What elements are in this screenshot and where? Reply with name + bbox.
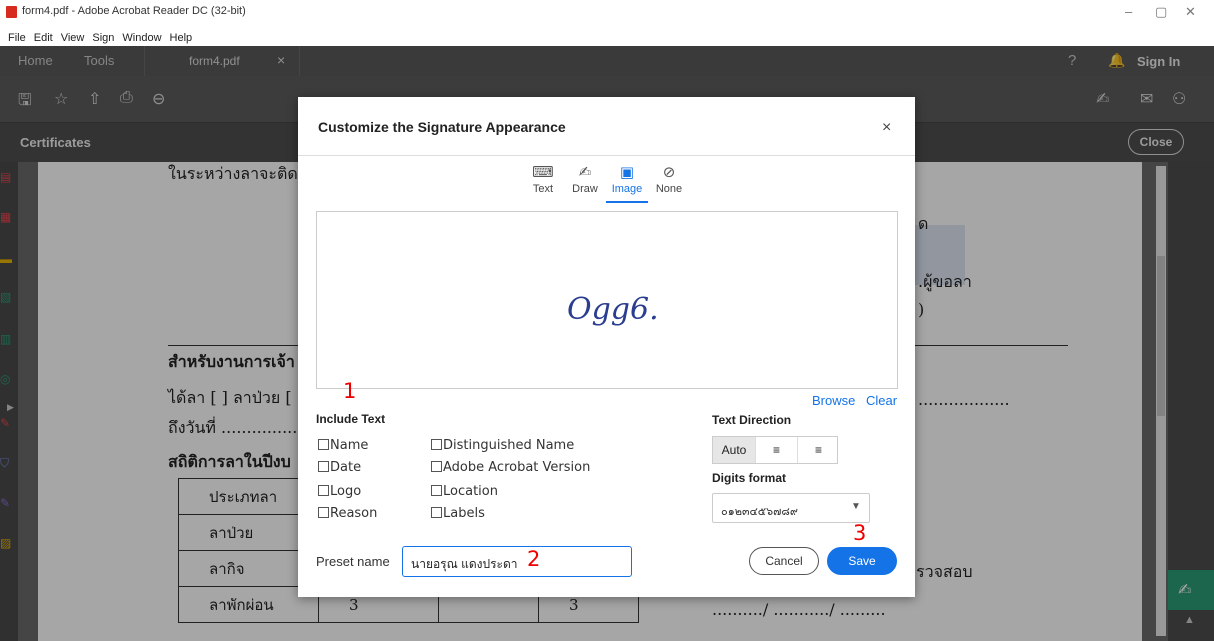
menu-window[interactable]: Window — [122, 32, 161, 44]
signature-preview: Ogg6. — [316, 211, 898, 389]
dialog-close-icon[interactable]: × — [882, 119, 891, 137]
browse-link[interactable]: Browse — [812, 393, 855, 408]
text-direction-heading: Text Direction — [712, 413, 792, 427]
menu-help[interactable]: Help — [170, 32, 193, 44]
acrobat-version-checkbox[interactable]: Adobe Acrobat Version — [431, 460, 590, 475]
maximize-button[interactable]: ▢ — [1155, 4, 1167, 20]
preset-name-value: นายอรุณ แดงประดา — [411, 557, 518, 571]
annotation-number: 2 — [527, 547, 541, 571]
keyboard-icon: ⌨ — [532, 164, 554, 181]
digits-format-heading: Digits format — [712, 471, 787, 485]
preset-name-label: Preset name — [316, 554, 390, 569]
logo-checkbox[interactable]: Logo — [318, 484, 361, 499]
dialog-title: Customize the Signature Appearance — [318, 119, 566, 135]
cancel-button[interactable]: Cancel — [749, 547, 819, 575]
mode-label: Draw — [572, 183, 598, 195]
annotation-number: 1 — [343, 379, 357, 403]
direction-auto-button[interactable]: Auto — [713, 437, 755, 463]
image-icon: ▣ — [619, 164, 635, 181]
mode-label: Image — [611, 183, 643, 195]
align-left-icon[interactable]: ≡ — [755, 437, 797, 463]
mode-label: Text — [532, 183, 554, 195]
distinguished-name-checkbox[interactable]: Distinguished Name — [431, 438, 574, 453]
text-direction-group: Auto ≡ ≡ — [712, 436, 838, 464]
save-button[interactable]: Save — [827, 547, 897, 575]
menu-bar: File Edit View Sign Window Help — [8, 30, 1214, 45]
align-right-icon[interactable]: ≡ — [797, 437, 839, 463]
mode-label: None — [655, 183, 683, 195]
digits-format-value: ๐๑๒๓๔๕๖๗๘๙ — [721, 506, 798, 518]
chevron-down-icon: ▼ — [851, 501, 861, 512]
reason-checkbox[interactable]: Reason — [318, 506, 377, 521]
mode-none-button[interactable]: ⊘ None — [648, 163, 690, 195]
clear-link[interactable]: Clear — [866, 393, 897, 408]
include-text-heading: Include Text — [316, 412, 386, 426]
menu-sign[interactable]: Sign — [92, 32, 114, 44]
minimize-button[interactable]: – — [1125, 4, 1132, 19]
acrobat-icon — [6, 6, 17, 18]
menu-view[interactable]: View — [61, 32, 85, 44]
menu-file[interactable]: File — [8, 32, 26, 44]
location-checkbox[interactable]: Location — [431, 484, 498, 499]
none-icon: ⊘ — [662, 164, 676, 181]
annotation-number: 3 — [853, 521, 867, 545]
window-title: form4.pdf - Adobe Acrobat Reader DC (32-… — [22, 5, 246, 17]
dialog-divider — [298, 155, 915, 156]
mode-image-button[interactable]: ▣ Image — [606, 163, 648, 203]
title-bar: form4.pdf - Adobe Acrobat Reader DC (32-… — [0, 0, 1214, 30]
date-checkbox[interactable]: Date — [318, 460, 361, 475]
signature-image: Ogg6. — [567, 292, 659, 327]
menu-edit[interactable]: Edit — [34, 32, 53, 44]
mode-text-button[interactable]: ⌨ Text — [522, 163, 564, 195]
name-checkbox[interactable]: Name — [318, 438, 368, 453]
pen-icon: ✍ — [578, 164, 592, 181]
digits-format-select[interactable]: ๐๑๒๓๔๕๖๗๘๙ ▼ — [712, 493, 870, 523]
signature-appearance-dialog: Customize the Signature Appearance × ⌨ Te… — [298, 97, 915, 597]
mode-draw-button[interactable]: ✍ Draw — [564, 163, 606, 195]
labels-checkbox[interactable]: Labels — [431, 506, 485, 521]
preset-name-input[interactable]: นายอรุณ แดงประดา 2 — [402, 546, 632, 577]
close-window-button[interactable]: ✕ — [1185, 4, 1196, 20]
